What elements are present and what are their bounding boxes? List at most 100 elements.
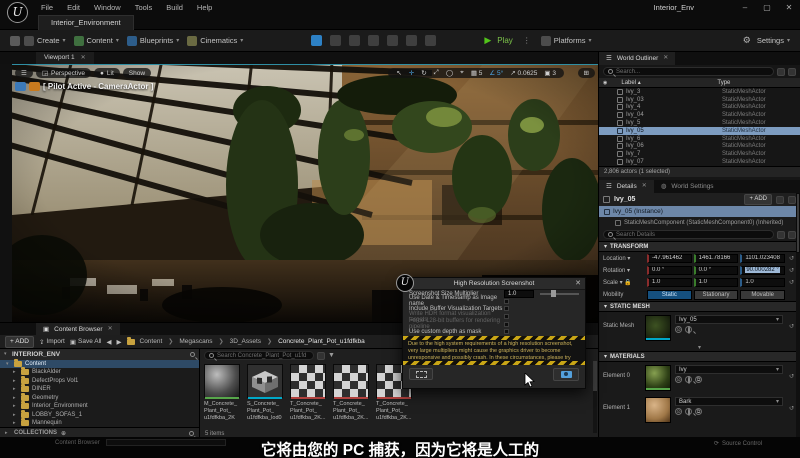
outliner-column-header[interactable]: ◉ Label ▴ Type <box>599 78 800 88</box>
component-row[interactable]: StaticMeshComponent (StaticMeshComponent… <box>599 217 800 228</box>
view-options-icon[interactable] <box>788 68 796 76</box>
platforms-button[interactable]: Platforms▾ <box>541 36 592 46</box>
location-x-field[interactable]: -47.961462 <box>647 254 692 263</box>
outliner-row[interactable]: Ivy_5StaticMeshActor <box>599 119 800 127</box>
viewport-tab[interactable]: Viewport 1✕ <box>36 52 94 64</box>
blueprint-icon[interactable] <box>776 196 784 204</box>
world-coordinate-icon[interactable]: ◯ <box>444 69 455 77</box>
reset-icon[interactable]: ↺ <box>787 373 796 380</box>
level-tab[interactable]: Interior_Environment <box>38 15 134 30</box>
buffer-targets-checkbox[interactable] <box>504 306 509 311</box>
material-1-combo[interactable]: Bark▾ <box>675 397 783 406</box>
outliner-row[interactable]: Ivy_4StaticMeshActor <box>599 104 800 112</box>
transform-section-header[interactable]: ▾TRANSFORM <box>599 241 800 252</box>
maximize-button[interactable]: ▢ <box>756 0 778 15</box>
expand-section-icon[interactable]: ▾ <box>599 344 800 351</box>
location-y-field[interactable]: 1461.78166 <box>694 254 739 263</box>
outliner-row[interactable]: Ivy_3StaticMeshActor <box>599 88 800 96</box>
blueprints-button[interactable]: Blueprints▾ <box>127 36 179 46</box>
details-search-input[interactable]: Search Details <box>603 230 774 239</box>
menu-help[interactable]: Help <box>190 0 219 15</box>
copy-icon[interactable]: ⧉ <box>695 376 702 383</box>
play-button[interactable]: ▶Play <box>484 35 512 46</box>
tree-item-content[interactable]: ▾Content <box>0 360 199 368</box>
settings-button[interactable]: ⚙Settings▾ <box>743 35 790 46</box>
content-browser-tab[interactable]: ▣Content Browser✕ <box>36 323 120 335</box>
reset-icon[interactable]: ↺ <box>787 255 796 262</box>
camera-icon[interactable] <box>15 82 26 91</box>
breadcrumb-content[interactable]: Content <box>140 338 163 345</box>
favorites-icon[interactable] <box>788 231 796 239</box>
outliner-row-selected[interactable]: ◉Ivy_05StaticMeshActor <box>599 127 800 135</box>
camera-speed-icon[interactable]: ▣ 3 <box>542 69 558 77</box>
show-button[interactable]: Show <box>123 68 151 78</box>
use-selected-icon[interactable]: ⊙ <box>675 326 682 333</box>
brush-editing-mode-icon[interactable] <box>406 35 417 46</box>
surface-snap-icon[interactable]: ⌖ <box>458 69 466 77</box>
mobility-stationary-button[interactable]: Stationary <box>694 290 739 300</box>
play-options-icon[interactable]: ⋮ <box>523 36 531 45</box>
outliner-row[interactable]: Ivy_6StaticMeshActor <box>599 135 800 143</box>
landscape-mode-icon[interactable] <box>330 35 341 46</box>
cinematics-button[interactable]: Cinematics▾ <box>187 36 243 46</box>
menu-window[interactable]: Window <box>87 0 128 15</box>
new-folder-icon[interactable] <box>777 68 785 76</box>
history-back-icon[interactable]: ◀ <box>107 338 112 346</box>
grid-snap-icon[interactable]: ▦ 5 <box>469 69 485 77</box>
mobility-static-button[interactable]: Static <box>647 290 692 300</box>
menu-build[interactable]: Build <box>159 0 190 15</box>
asset-tile-material[interactable]: M_Concrete_ Plant_Pot_ u1fdfkba_2K <box>204 364 242 422</box>
material-0-thumbnail[interactable] <box>645 365 671 391</box>
display-filter-icon[interactable] <box>777 231 785 239</box>
lit-mode-button[interactable]: ●Lit <box>94 68 120 78</box>
browse-to-asset-icon[interactable] <box>685 376 692 383</box>
assets-scrollbar[interactable] <box>593 361 597 433</box>
tree-item[interactable]: ▸BlackAlder <box>0 368 199 376</box>
foliage-mode-icon[interactable] <box>349 35 360 46</box>
material-0-combo[interactable]: Ivy▾ <box>675 365 783 374</box>
save-search-icon[interactable] <box>317 352 325 360</box>
rotation-z-field[interactable]: 90.000282 ° <box>740 266 785 275</box>
eject-pilot-icon[interactable] <box>29 82 40 91</box>
lock-icon[interactable] <box>788 196 796 204</box>
copy-icon[interactable]: ⧉ <box>695 408 702 415</box>
rotation-x-field[interactable]: 0.0 ° <box>647 266 692 275</box>
static-mesh-section-header[interactable]: ▾STATIC MESH <box>599 301 800 312</box>
add-component-button[interactable]: + ADD <box>744 194 772 205</box>
outliner-row[interactable]: Ivy_04StaticMeshActor <box>599 111 800 119</box>
reset-icon[interactable]: ↺ <box>787 279 796 286</box>
select-tool-icon[interactable]: ↖ <box>394 69 403 77</box>
dialog-title-bar[interactable]: U High Resolution Screenshot ✕ <box>403 278 585 290</box>
close-button[interactable]: ✕ <box>778 0 800 15</box>
search-icon[interactable] <box>190 352 195 357</box>
use-selected-icon[interactable]: ⊙ <box>675 376 682 383</box>
close-icon[interactable]: ✕ <box>663 52 668 65</box>
fracture-mode-icon[interactable] <box>387 35 398 46</box>
rotation-y-field[interactable]: 0.0 ° <box>694 266 739 275</box>
breadcrumb-megascans[interactable]: Megascans <box>179 338 212 345</box>
menu-tools[interactable]: Tools <box>128 0 160 15</box>
outliner-row[interactable]: Ivy_7StaticMeshActor <box>599 150 800 158</box>
timestamp-checkbox[interactable] <box>504 299 509 304</box>
details-tab[interactable]: ☲Details✕ <box>599 180 654 193</box>
world-settings-tab[interactable]: ◍World Settings <box>654 180 721 193</box>
create-button[interactable]: Create▾ <box>24 36 66 46</box>
browse-to-asset-icon[interactable] <box>685 408 692 415</box>
scale-tool-icon[interactable]: ⤢ <box>432 69 441 77</box>
search-icon[interactable] <box>189 431 194 436</box>
outliner-row[interactable]: Ivy_07StaticMeshActor <box>599 158 800 166</box>
tree-item[interactable]: ▸DefectProps Vol1 <box>0 377 199 385</box>
breadcrumb-3d-assets[interactable]: 3D_Assets <box>230 338 261 345</box>
scale-snap-icon[interactable]: ↗ 0.0625 <box>508 69 539 77</box>
minimize-button[interactable]: – <box>734 0 756 15</box>
tree-item[interactable]: ▸LOBBY_SOFAS_1 <box>0 410 199 418</box>
save-all-button[interactable]: ▣Save All <box>70 338 102 346</box>
menu-file[interactable]: File <box>34 0 60 15</box>
close-icon[interactable]: ✕ <box>108 323 113 336</box>
history-forward-icon[interactable]: ▶ <box>117 338 122 346</box>
rotate-tool-icon[interactable]: ↻ <box>419 69 428 77</box>
sources-header[interactable]: ▾INTERIOR_ENV <box>0 349 199 360</box>
browse-to-asset-icon[interactable] <box>685 326 692 333</box>
select-mode-icon[interactable] <box>311 35 322 46</box>
viewport-options-button[interactable]: ☰ <box>15 68 33 78</box>
